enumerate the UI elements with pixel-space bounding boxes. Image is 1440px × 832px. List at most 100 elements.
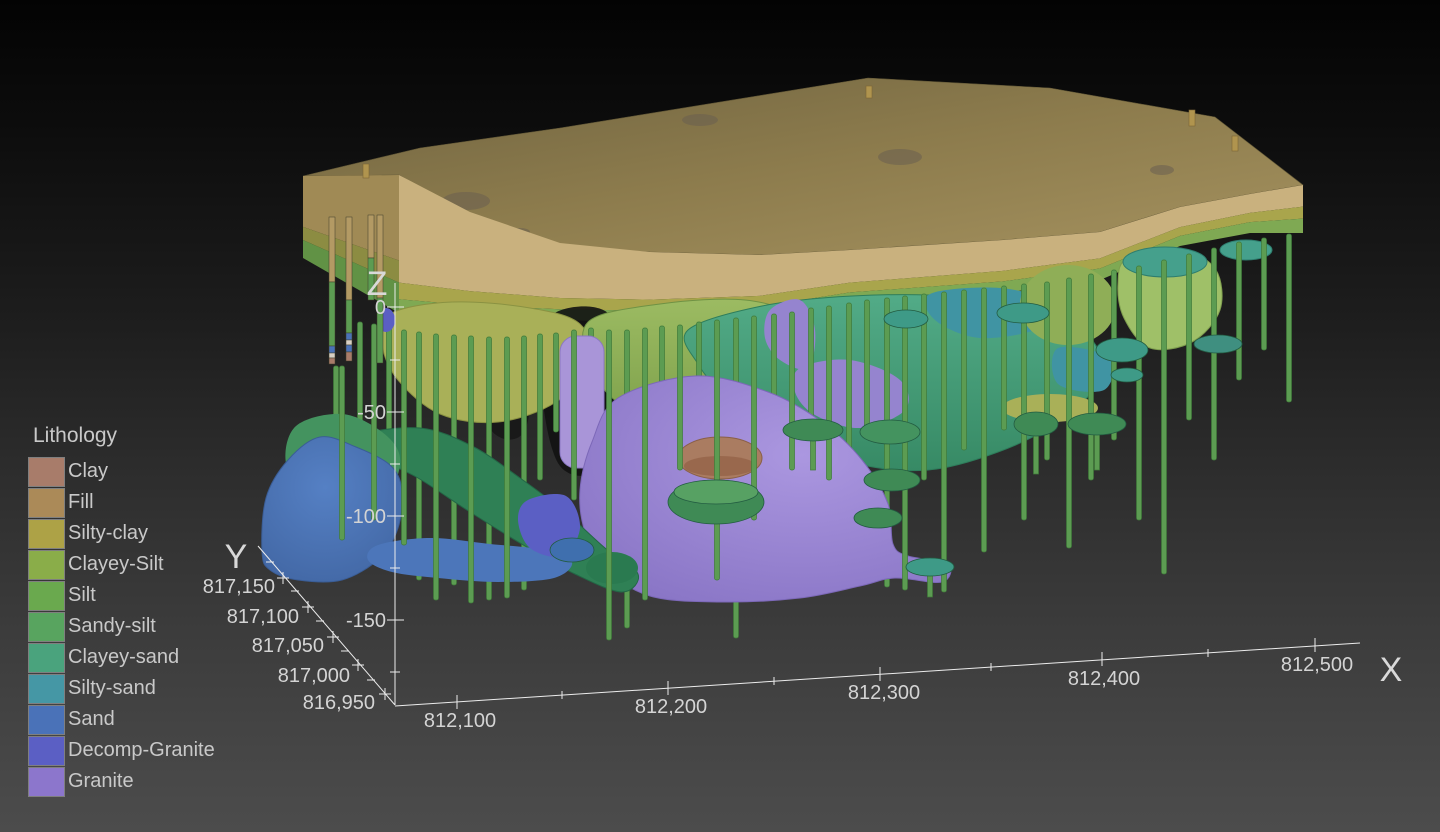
x-tick-label: 812,400 — [1068, 668, 1140, 690]
borehole-log — [368, 215, 374, 258]
borehole — [1187, 254, 1192, 420]
borehole — [402, 330, 407, 545]
lithology-legend: Lithology Clay Fill Silty-clay Clayey-Si… — [28, 424, 215, 797]
legend-item-label: Silt — [65, 584, 96, 607]
borehole — [340, 366, 345, 540]
borehole — [1262, 238, 1267, 350]
borehole — [678, 325, 683, 470]
borehole-log — [346, 340, 352, 345]
legend-swatch-clayey-silt — [28, 550, 65, 580]
borehole — [1162, 260, 1167, 574]
legend-item-label: Sand — [65, 708, 115, 731]
legend-item-clayey-sand: Clayey-sand — [28, 642, 215, 673]
x-axis-letter: X — [1380, 651, 1403, 689]
borehole — [827, 306, 832, 480]
borehole-collar — [1189, 110, 1195, 126]
lithology-disc — [1194, 335, 1242, 353]
surface-patch — [878, 149, 922, 165]
y-tick-label: 817,000 — [278, 665, 350, 687]
legend-swatch-decomp-granite — [28, 736, 65, 766]
x-tick-label: 812,100 — [424, 710, 496, 732]
borehole — [469, 336, 474, 603]
legend-item-label: Granite — [65, 770, 134, 793]
legend-item-label: Clayey-Silt — [65, 553, 164, 576]
lithology-disc — [906, 558, 954, 576]
legend-item-clay: Clay — [28, 456, 215, 487]
borehole-log — [329, 358, 335, 364]
lithology-disc — [1014, 412, 1058, 436]
legend-swatch-silt — [28, 581, 65, 611]
borehole — [1212, 248, 1217, 460]
legend-item-label: Silty-sand — [65, 677, 156, 700]
clay-lens-shadow — [684, 456, 756, 476]
legend-item-fill: Fill — [28, 487, 215, 518]
borehole — [538, 334, 543, 480]
legend-swatch-sand — [28, 705, 65, 735]
borehole — [982, 288, 987, 552]
legend-swatch-granite — [28, 767, 65, 797]
borehole — [715, 320, 720, 580]
legend-item-sandy-silt: Sandy-silt — [28, 611, 215, 642]
borehole — [505, 337, 510, 598]
borehole — [865, 300, 870, 430]
borehole-log — [346, 352, 352, 361]
z-tick-label: -50 — [357, 402, 386, 424]
borehole-log — [346, 217, 352, 300]
borehole — [790, 312, 795, 470]
borehole — [962, 290, 967, 450]
legend-title: Lithology — [28, 424, 215, 448]
legend-swatch-sandy-silt — [28, 612, 65, 642]
legend-item-label: Decomp-Granite — [65, 739, 215, 762]
borehole-log — [329, 217, 335, 282]
borehole — [572, 330, 577, 500]
borehole — [1089, 274, 1094, 480]
legend-item-label: Sandy-silt — [65, 615, 156, 638]
borehole-log — [346, 300, 352, 333]
borehole-collar — [1232, 136, 1238, 151]
z-tick-label: -150 — [346, 610, 386, 632]
legend-item-label: Clay — [65, 460, 108, 483]
borehole — [554, 333, 559, 432]
z-tick-label: -100 — [346, 506, 386, 528]
y-tick-label: 817,100 — [227, 606, 299, 628]
y-tick-label: 817,050 — [252, 635, 324, 657]
surface-patch — [682, 114, 718, 126]
legend-item-decomp-granite: Decomp-Granite — [28, 735, 215, 766]
lithology-disc — [864, 469, 920, 491]
borehole-log — [329, 282, 335, 346]
borehole — [434, 334, 439, 600]
lithology-disc — [783, 419, 843, 441]
legend-swatch-silty-clay — [28, 519, 65, 549]
x-tick-label: 812,200 — [635, 696, 707, 718]
borehole-collar — [866, 86, 872, 98]
borehole-log — [329, 346, 335, 353]
legend-item-clayey-silt: Clayey-Silt — [28, 549, 215, 580]
borehole-log — [346, 345, 352, 352]
legend-swatch-clayey-sand — [28, 643, 65, 673]
y-axis-letter: Y — [225, 538, 248, 576]
lithology-disc — [1096, 338, 1148, 362]
legend-item-sand: Sand — [28, 704, 215, 735]
lithology-disc — [997, 303, 1049, 323]
borehole-log — [346, 333, 352, 340]
legend-item-label: Silty-clay — [65, 522, 148, 545]
borehole — [607, 330, 612, 640]
borehole — [1067, 278, 1072, 548]
lithology-model — [262, 78, 1303, 640]
lithology-disc — [854, 508, 902, 528]
model-canvas[interactable]: Z Y X 0 -50 -100 -150 817,150 817,100 81… — [0, 0, 1440, 832]
borehole — [942, 292, 947, 592]
lithology-disc — [1068, 413, 1126, 435]
legend-item-label: Clayey-sand — [65, 646, 179, 669]
lithology-disc — [884, 310, 928, 328]
borehole-log — [329, 353, 335, 358]
3d-viewport[interactable]: Z Y X 0 -50 -100 -150 817,150 817,100 81… — [0, 0, 1440, 832]
borehole-collar — [363, 164, 369, 178]
borehole — [1137, 266, 1142, 520]
lithology-disc — [860, 420, 920, 444]
legend-item-silty-sand: Silty-sand — [28, 673, 215, 704]
legend-swatch-fill — [28, 488, 65, 518]
lithology-disc — [674, 480, 758, 504]
lithology-disc — [550, 538, 594, 562]
y-tick-label: 816,950 — [303, 692, 375, 714]
